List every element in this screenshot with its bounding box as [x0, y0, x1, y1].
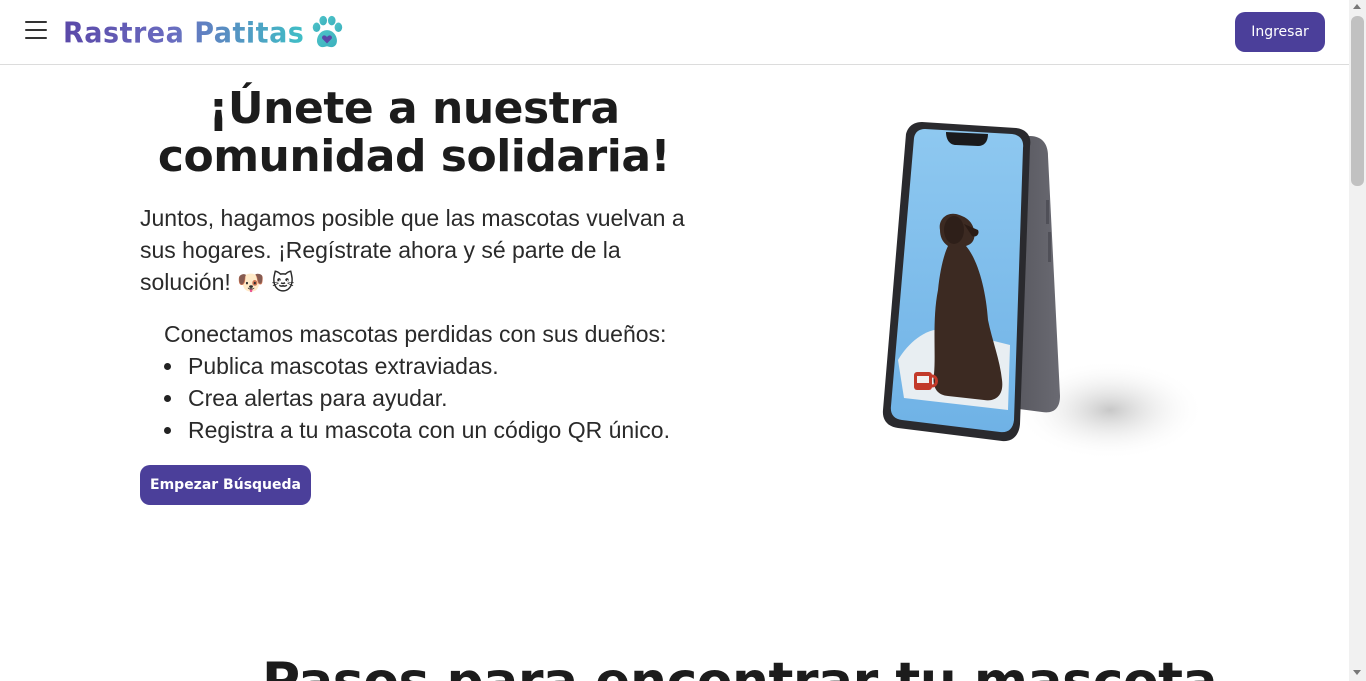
- features-intro: Conectamos mascotas perdidas con sus due…: [164, 321, 667, 347]
- hero-description-text: Juntos, hagamos posible que las mascotas…: [140, 205, 685, 295]
- pet-emojis: 🐶 🐱: [237, 271, 295, 296]
- login-button[interactable]: Ingresar: [1235, 12, 1325, 52]
- page-scrollbar[interactable]: [1349, 0, 1366, 681]
- scroll-thumb[interactable]: [1351, 16, 1364, 186]
- hero-title: ¡Únete a nuestra comunidad solidaria!: [157, 83, 671, 182]
- paw-heart-icon: [313, 15, 343, 48]
- start-search-button[interactable]: Empezar Búsqueda: [140, 465, 311, 505]
- features-block: Conectamos mascotas perdidas con sus due…: [164, 318, 724, 446]
- site-header: Rastrea Patitas Ingresar: [0, 0, 1349, 65]
- list-item: Registra a tu mascota con un código QR ú…: [164, 414, 724, 446]
- list-item: Crea alertas para ayudar.: [164, 382, 724, 414]
- logo-text: Rastrea Patitas: [63, 16, 305, 50]
- scroll-up-arrow-icon[interactable]: [1353, 4, 1361, 9]
- features-list: Publica mascotas extraviadas. Crea alert…: [164, 350, 724, 446]
- logo[interactable]: Rastrea Patitas: [63, 13, 346, 53]
- hero-description: Juntos, hagamos posible que las mascotas…: [140, 202, 700, 300]
- list-item: Publica mascotas extraviadas.: [164, 350, 724, 382]
- hamburger-menu-icon[interactable]: [24, 21, 48, 43]
- phone-dog-illustration: [882, 122, 1205, 460]
- steps-section-title: Pasos para encontrar tu mascota: [262, 652, 1218, 681]
- scroll-down-arrow-icon[interactable]: [1353, 670, 1361, 675]
